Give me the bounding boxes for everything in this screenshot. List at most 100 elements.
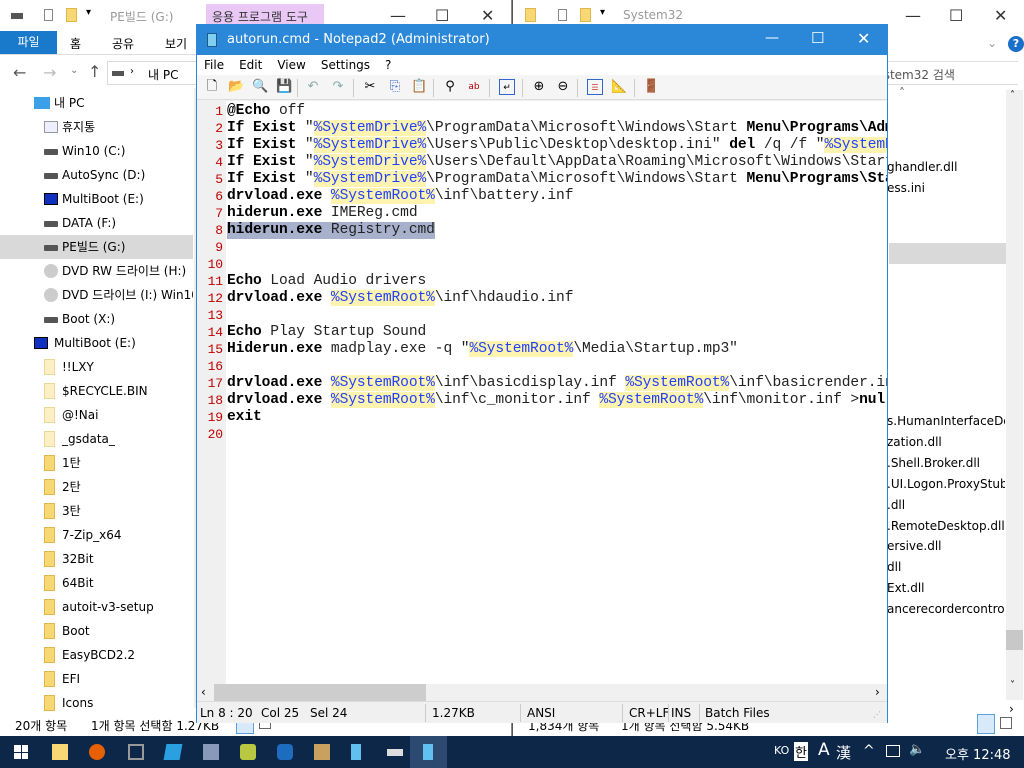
address-bar[interactable]: › 내 PC: [107, 61, 207, 85]
code-line[interactable]: 13: [197, 307, 887, 324]
back-button[interactable]: ←: [13, 63, 26, 82]
code-line[interactable]: 18 drvload.exe %SystemRoot%\inf\c_monitor…: [197, 392, 887, 409]
file-item[interactable]: ersive.dll: [887, 539, 1005, 553]
ime-hanja[interactable]: 漢: [836, 742, 851, 763]
status-scheme[interactable]: Batch Files: [705, 706, 770, 720]
code-line[interactable]: 16: [197, 358, 887, 375]
zoom-out-icon[interactable]: ⊖: [555, 79, 571, 95]
menu-settings[interactable]: Settings: [314, 55, 378, 75]
firefox-icon[interactable]: [89, 744, 105, 760]
close-button[interactable]: ✕: [857, 29, 870, 48]
title-bar[interactable]: autorun.cmd - Notepad2 (Administrator) —…: [197, 25, 887, 55]
tree-item[interactable]: @!Nai: [0, 403, 193, 427]
code-line[interactable]: 6 drvload.exe %SystemRoot%\inf\battery.in…: [197, 188, 887, 205]
help-icon[interactable]: ?: [1008, 36, 1024, 52]
ime-alphanumeric[interactable]: A: [818, 740, 830, 760]
tree-item[interactable]: 휴지통: [0, 115, 193, 139]
tree-item[interactable]: AutoSync (D:): [0, 163, 193, 187]
scroll-left-icon[interactable]: ‹: [201, 685, 206, 699]
tree-item[interactable]: MultiBoot (E:): [0, 187, 193, 211]
notepad-app-icon[interactable]: [351, 744, 361, 760]
ime-hangul-mode[interactable]: 한: [794, 742, 808, 761]
package-app-icon[interactable]: [314, 744, 330, 760]
code-editor[interactable]: 1 @Echo off 2 If Exist "%SystemDrive%\Progr…: [197, 101, 887, 684]
file-item[interactable]: ancerecordercontrol.dll: [887, 602, 1005, 616]
redo-icon[interactable]: ↷: [330, 79, 346, 95]
tree-item[interactable]: _gsdata_: [0, 427, 193, 451]
tree-item[interactable]: 32Bit: [0, 547, 193, 571]
code-line[interactable]: 8 hiderun.exe Registry.cmd: [197, 222, 887, 239]
drive-icon[interactable]: [387, 749, 403, 756]
file-item[interactable]: ess.ini: [887, 181, 1005, 195]
quick-access-dropdown-icon[interactable]: ▾: [86, 7, 91, 18]
replace-icon[interactable]: ab: [466, 79, 482, 95]
menu-edit[interactable]: Edit: [232, 55, 270, 75]
code-line[interactable]: 10: [197, 256, 887, 273]
forward-button[interactable]: →: [43, 63, 56, 82]
code-line[interactable]: 3 If Exist "%SystemDrive%\Users\Public\De…: [197, 137, 887, 154]
code-line[interactable]: 7 hiderun.exe IMEReg.cmd: [197, 205, 887, 222]
tree-item[interactable]: DATA (F:): [0, 211, 193, 235]
maximize-button[interactable]: ☐: [949, 6, 963, 25]
menu-help[interactable]: ?: [378, 55, 399, 75]
recent-dropdown-icon[interactable]: ⌄: [70, 65, 78, 76]
code-line[interactable]: 15 Hiderun.exe madplay.exe -q "%SystemRoo…: [197, 341, 887, 358]
tree-item[interactable]: 2탄: [0, 475, 193, 499]
code-line[interactable]: 4 If Exist "%SystemDrive%\Users\Default\A…: [197, 154, 887, 171]
find-icon[interactable]: ⚲: [442, 79, 458, 95]
tree-item[interactable]: Win10 (C:): [0, 139, 193, 163]
status-encoding[interactable]: ANSI: [527, 706, 555, 720]
scroll-thumb[interactable]: [1006, 630, 1023, 650]
large-icons-view-button[interactable]: [1000, 717, 1012, 729]
ribbon-tab-view[interactable]: 보기: [165, 35, 187, 52]
active-app-highlight[interactable]: [410, 736, 447, 768]
scroll-right-icon[interactable]: ›: [875, 685, 880, 699]
bootice-icon[interactable]: [277, 744, 293, 760]
up-button[interactable]: ↑: [88, 62, 101, 81]
file-item[interactable]: .UI.Logon.ProxyStub.c: [887, 477, 1005, 491]
tree-item[interactable]: PE빌드 (G:): [0, 235, 193, 259]
search-box[interactable]: System32 검색: [873, 61, 1018, 85]
tree-item[interactable]: 7-Zip_x64: [0, 523, 193, 547]
file-list-scrollbar[interactable]: ˄ ˅: [1006, 90, 1023, 700]
tree-item[interactable]: EFI: [0, 667, 193, 691]
code-line[interactable]: 11 Echo Load Audio drivers: [197, 273, 887, 290]
zoom-in-icon[interactable]: ⊕: [531, 79, 547, 95]
resize-grip-icon[interactable]: ⋰: [873, 710, 881, 719]
tree-item[interactable]: $RECYCLE.BIN: [0, 379, 193, 403]
maximize-button[interactable]: ☐: [435, 6, 449, 25]
clock[interactable]: 오후 12:48: [945, 744, 1011, 763]
tree-item[interactable]: 1탄: [0, 451, 193, 475]
app-icon[interactable]: [128, 744, 144, 760]
details-view-button[interactable]: [977, 714, 995, 734]
code-line[interactable]: 5 If Exist "%SystemDrive%\ProgramData\Mic…: [197, 171, 887, 188]
file-item[interactable]: .dll: [887, 498, 1005, 512]
volume-icon[interactable]: 🔈: [909, 742, 925, 757]
code-line[interactable]: 14 Echo Play Startup Sound: [197, 324, 887, 341]
paste-icon[interactable]: 📋: [411, 79, 427, 95]
scroll-thumb[interactable]: [214, 684, 426, 701]
tree-item[interactable]: Boot (X:): [0, 307, 193, 331]
code-line[interactable]: 1 @Echo off: [197, 103, 887, 120]
file-item[interactable]: s.HumanInterfaceDevic: [887, 414, 1005, 428]
network-icon[interactable]: [886, 745, 900, 757]
context-tab[interactable]: 응용 프로그램 도구: [206, 4, 324, 26]
code-line[interactable]: 9: [197, 239, 887, 256]
new-file-icon[interactable]: [44, 9, 53, 21]
file-item[interactable]: Ext.dll: [887, 581, 1005, 595]
tree-item[interactable]: 3탄: [0, 499, 193, 523]
ribbon-tab-home[interactable]: 홈: [70, 35, 81, 52]
scroll-up-icon[interactable]: ˄: [1010, 90, 1015, 101]
selected-row[interactable]: [889, 243, 1006, 264]
file-item[interactable]: ghandler.dll: [887, 160, 1005, 174]
code-line[interactable]: 20: [197, 426, 887, 443]
code-line[interactable]: 2 If Exist "%SystemDrive%\ProgramData\Mic…: [197, 120, 887, 137]
ribbon-tab-file[interactable]: 파일: [0, 31, 57, 54]
maximize-button[interactable]: ☐: [811, 29, 824, 47]
tree-item[interactable]: !!LXY: [0, 355, 193, 379]
code-line[interactable]: 17 drvload.exe %SystemRoot%\inf\basicdisp…: [197, 375, 887, 392]
status-mode[interactable]: INS: [671, 706, 691, 720]
folder-icon[interactable]: [580, 8, 591, 22]
tree-item[interactable]: Icons: [0, 691, 193, 715]
close-button[interactable]: ✕: [994, 6, 1007, 25]
